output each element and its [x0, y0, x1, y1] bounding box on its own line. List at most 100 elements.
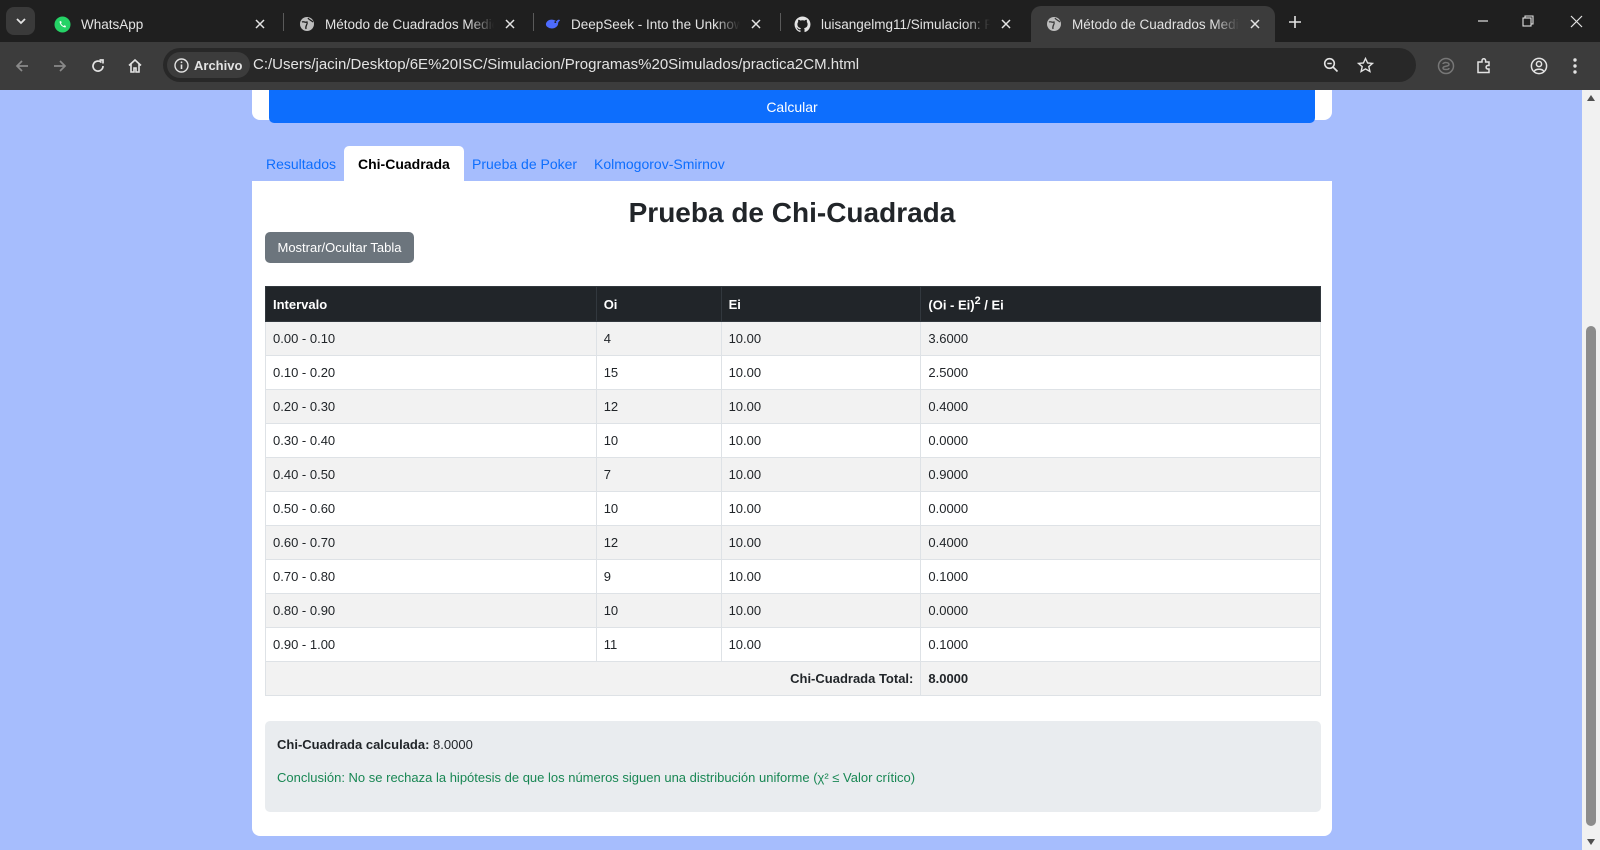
cell-ei: 10.00 [720, 627, 922, 662]
browser-toolbar: Archivo C:/Users/jacin/Desktop/6E%20ISC/… [0, 42, 1600, 90]
cell-ei: 10.00 [720, 491, 922, 526]
close-tab-icon[interactable] [1247, 16, 1263, 32]
cell-ei: 10.00 [720, 389, 922, 424]
cell-oi: 10 [595, 423, 722, 458]
tab-kolmogorov-smirnov[interactable]: Kolmogorov-Smirnov [580, 146, 739, 182]
cell-chi-term: 3.6000 [920, 321, 1321, 356]
cell-oi: 12 [595, 525, 722, 560]
tab-title: Método de Cuadrados Medios [1072, 16, 1239, 32]
restore-icon [1522, 15, 1534, 27]
restore-button[interactable] [1515, 8, 1541, 34]
table-row: 0.90 - 1.00 11 10.00 0.1000 [265, 627, 1321, 662]
cell-chi-term: 0.4000 [920, 389, 1321, 424]
table-row: 0.40 - 0.50 7 10.00 0.9000 [265, 457, 1321, 492]
tab-title: Método de Cuadrados Medios [325, 16, 494, 32]
new-tab-button[interactable] [1283, 10, 1307, 34]
globe-icon [1045, 16, 1062, 33]
tab-prueba-poker[interactable]: Prueba de Poker [458, 146, 591, 182]
tab-title: luisangelmg11/Simulacion: Práctica [821, 16, 990, 32]
cell-oi: 4 [595, 321, 722, 356]
close-tab-icon[interactable] [748, 16, 764, 32]
close-window-button[interactable] [1563, 8, 1589, 34]
cell-intervalo: 0.10 - 0.20 [265, 355, 597, 390]
col-header-intervalo: Intervalo [265, 286, 597, 322]
browser-tab-whatsapp[interactable]: WhatsApp [40, 6, 280, 42]
arrow-left-icon [15, 60, 28, 72]
close-tab-icon[interactable] [252, 16, 268, 32]
close-tab-icon[interactable] [998, 16, 1014, 32]
cell-chi-term: 0.9000 [920, 457, 1321, 492]
table-header-row: Intervalo Oi Ei (Oi - Ei)2 / Ei [265, 286, 1321, 322]
tab-title: WhatsApp [81, 16, 144, 32]
browser-tab-deepseek[interactable]: DeepSeek - Into the Unknown [530, 6, 776, 42]
close-icon [1570, 15, 1582, 27]
scroll-down-icon[interactable] [1586, 838, 1596, 846]
table-row: 0.20 - 0.30 12 10.00 0.4000 [265, 389, 1321, 424]
conclusion-text: Conclusión: No se rechaza la hipótesis d… [277, 770, 916, 785]
zoom-icon[interactable] [1320, 54, 1342, 76]
table-row: 0.30 - 0.40 10 10.00 0.0000 [265, 423, 1321, 458]
minimize-button[interactable] [1470, 8, 1496, 34]
browser-tab-github[interactable]: luisangelmg11/Simulacion: Práctica [780, 6, 1026, 42]
home-icon [128, 58, 142, 73]
extensions-button[interactable] [1471, 53, 1497, 79]
whatsapp-icon [54, 16, 71, 33]
profile-button[interactable] [1526, 53, 1552, 79]
forward-button[interactable] [47, 53, 73, 79]
browser-tab-cuadrados-1[interactable]: Método de Cuadrados Medios [284, 6, 530, 42]
cell-ei: 10.00 [720, 321, 922, 356]
tab-chi-cuadrada[interactable]: Chi-Cuadrada [344, 146, 464, 182]
address-bar[interactable]: Archivo C:/Users/jacin/Desktop/6E%20ISC/… [163, 48, 1416, 82]
deepseek-icon [544, 16, 561, 33]
cell-ei: 10.00 [720, 457, 922, 492]
browser-tab-cuadrados-active[interactable]: Método de Cuadrados Medios [1031, 6, 1275, 42]
cell-intervalo: 0.60 - 0.70 [265, 525, 597, 560]
result-alert: Chi-Cuadrada calculada: 8.0000 Conclusió… [265, 721, 1321, 812]
cell-intervalo: 0.50 - 0.60 [265, 491, 597, 526]
extension-spiral-button[interactable] [1433, 53, 1459, 79]
toggle-table-button[interactable]: Mostrar/Ocultar Tabla [265, 232, 414, 263]
tab-search-button[interactable] [6, 7, 35, 35]
chi-cuadrada-panel: Prueba de Chi-Cuadrada Mostrar/Ocultar T… [252, 181, 1332, 836]
close-tab-icon[interactable] [502, 16, 518, 32]
kebab-menu-icon [1573, 58, 1577, 74]
browser-tab-strip: WhatsApp Método de Cuadrados Medios Deep… [0, 0, 1600, 42]
cell-oi: 10 [595, 491, 722, 526]
tab-title: DeepSeek - Into the Unknown [571, 16, 740, 32]
cell-oi: 9 [595, 559, 722, 594]
chi-calculated-label: Chi-Cuadrada calculada: [277, 737, 430, 752]
tab-resultados[interactable]: Resultados [252, 146, 350, 182]
cell-intervalo: 0.70 - 0.80 [265, 559, 597, 594]
vertical-scrollbar[interactable] [1582, 90, 1600, 850]
cell-ei: 10.00 [720, 525, 922, 560]
total-value: 8.0000 [920, 661, 1321, 696]
calcular-button[interactable]: Calcular [269, 90, 1315, 123]
back-button[interactable] [9, 53, 35, 79]
page-viewport: Calcular Resultados Chi-Cuadrada Prueba … [0, 90, 1582, 850]
site-info-chip[interactable]: Archivo [167, 52, 251, 78]
col-header-formula: (Oi - Ei)2 / Ei [920, 286, 1321, 322]
arrow-right-icon [54, 60, 67, 72]
cell-intervalo: 0.00 - 0.10 [265, 321, 597, 356]
cell-oi: 12 [595, 389, 722, 424]
scroll-up-icon[interactable] [1586, 94, 1596, 102]
input-card: Calcular [252, 90, 1332, 123]
cell-chi-term: 0.1000 [920, 559, 1321, 594]
cell-intervalo: 0.80 - 0.90 [265, 593, 597, 628]
home-button[interactable] [122, 53, 148, 79]
table-row: 0.80 - 0.90 10 10.00 0.0000 [265, 593, 1321, 628]
cell-ei: 10.00 [720, 559, 922, 594]
reload-button[interactable] [85, 53, 111, 79]
url-text[interactable]: C:/Users/jacin/Desktop/6E%20ISC/Simulaci… [253, 56, 859, 73]
cell-chi-term: 0.4000 [920, 525, 1321, 560]
bookmark-star-icon[interactable] [1354, 54, 1376, 76]
site-chip-label: Archivo [194, 57, 243, 73]
scrollbar-thumb[interactable] [1586, 326, 1596, 826]
globe-icon [298, 16, 315, 33]
cell-chi-term: 0.0000 [920, 423, 1321, 458]
cell-chi-term: 2.5000 [920, 355, 1321, 390]
menu-button[interactable] [1562, 53, 1588, 79]
col-header-ei: Ei [720, 286, 922, 322]
cell-chi-term: 0.1000 [920, 627, 1321, 662]
spiral-extension-icon [1437, 57, 1455, 75]
